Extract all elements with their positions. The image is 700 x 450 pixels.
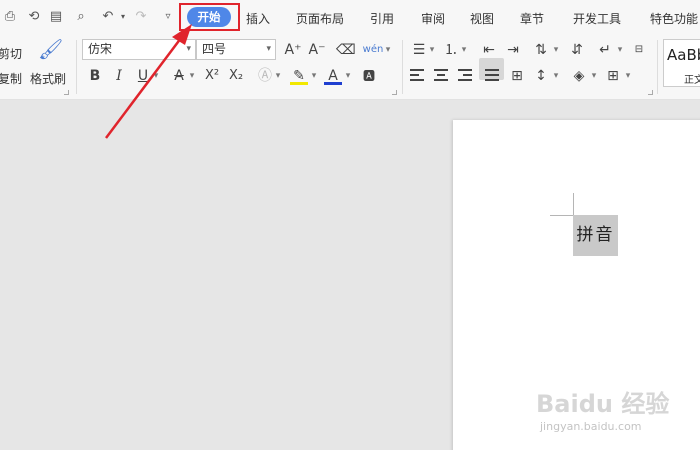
grow-font-icon[interactable]: A⁺ — [284, 41, 302, 59]
character-border-icon[interactable]: 🅰 — [360, 67, 378, 85]
style-normal[interactable]: AaBb 正文 — [663, 39, 700, 87]
show-hide-marks-icon[interactable]: ↵ — [596, 41, 614, 59]
style-name: 正文 — [684, 75, 700, 86]
tab-home[interactable]: 开始 — [187, 7, 231, 27]
print-icon[interactable]: ▤ — [48, 9, 64, 25]
borders-dropdown-icon[interactable]: ▾ — [624, 67, 632, 85]
undo-icon[interactable]: ↶ — [100, 9, 116, 25]
redo-icon[interactable]: ↷ — [133, 9, 149, 25]
shading-icon[interactable]: ◈ — [570, 67, 588, 85]
tab-page-layout[interactable]: 页面布局 — [296, 10, 344, 27]
text-effect-icon[interactable]: Ⓐ — [256, 67, 274, 85]
line-spacing-dropdown-icon[interactable]: ▾ — [552, 67, 560, 85]
font-size-value: 四号 — [202, 42, 227, 56]
menu-bar: ⎙ ⟲ ▤ ⌕ ↶ ▾ ↷ ▿ 开始 插入 页面布局 引用 审阅 视图 章节 开… — [0, 0, 700, 34]
increase-indent-icon[interactable]: ⇥ — [504, 41, 522, 59]
font-color-icon[interactable]: A — [324, 67, 342, 85]
superscript-icon[interactable]: X² — [202, 67, 222, 85]
numbered-list-dropdown-icon[interactable]: ▾ — [460, 41, 468, 59]
borders-icon[interactable]: ⊞ — [604, 67, 622, 85]
clear-format-icon[interactable]: ⌫ — [336, 41, 356, 59]
tab-review[interactable]: 审阅 — [421, 10, 445, 27]
bold-icon[interactable]: B — [86, 67, 104, 85]
save-icon[interactable]: ⎙ — [2, 9, 18, 25]
copy-button[interactable]: 复制 — [0, 70, 22, 87]
italic-icon[interactable]: I — [110, 67, 128, 85]
align-left-icon[interactable] — [410, 69, 424, 81]
strikethrough-icon[interactable]: A — [170, 67, 188, 85]
undo-dropdown-icon[interactable]: ▾ — [115, 9, 131, 25]
text-effect-dropdown-icon[interactable]: ▾ — [274, 67, 282, 85]
paragraph-dialog-launcher[interactable] — [648, 90, 653, 95]
print-preview-icon[interactable]: ⌕ — [73, 9, 89, 25]
numbered-list-icon[interactable]: ⒈ — [442, 41, 460, 59]
watermark-logo: Baidu 经验 — [536, 390, 670, 418]
style-preview: AaBb — [667, 46, 700, 64]
watermark-url: jingyan.baidu.com — [540, 420, 642, 433]
text-direction-icon[interactable]: ⇅ — [532, 41, 550, 59]
font-dialog-launcher[interactable] — [392, 90, 397, 95]
tab-developer[interactable]: 开发工具 — [573, 10, 621, 27]
font-color-dropdown-icon[interactable]: ▾ — [344, 67, 352, 85]
clipboard-dialog-launcher[interactable] — [64, 90, 69, 95]
crop-mark-vertical — [573, 193, 574, 215]
selected-text[interactable]: 拼音 — [573, 215, 618, 256]
underline-icon[interactable]: U — [134, 67, 152, 85]
distribute-icon[interactable]: ⊞ — [508, 67, 526, 85]
chevron-down-icon: ▾ — [186, 44, 191, 54]
format-icon[interactable]: ⟲ — [26, 9, 42, 25]
align-right-icon[interactable] — [458, 69, 472, 81]
line-spacing-icon[interactable]: ↕ — [532, 67, 550, 85]
chevron-down-icon: ▾ — [266, 44, 271, 54]
format-painter-icon[interactable]: 🖌 — [38, 39, 63, 66]
font-size-select[interactable]: 四号 ▾ — [196, 39, 276, 60]
align-center-icon[interactable] — [434, 69, 448, 81]
shrink-font-icon[interactable]: A⁻ — [308, 41, 326, 59]
highlight-icon[interactable]: ✎ — [290, 67, 308, 85]
separator — [76, 40, 77, 94]
justify-icon[interactable] — [485, 69, 499, 81]
tab-leader-icon[interactable]: ⊟ — [630, 41, 648, 59]
decrease-indent-icon[interactable]: ⇤ — [480, 41, 498, 59]
show-hide-dropdown-icon[interactable]: ▾ — [616, 41, 624, 59]
bullet-list-dropdown-icon[interactable]: ▾ — [428, 41, 436, 59]
pinyin-dropdown-icon[interactable]: ▾ — [384, 41, 392, 59]
underline-dropdown-icon[interactable]: ▾ — [152, 67, 160, 85]
tab-references[interactable]: 引用 — [370, 10, 394, 27]
shading-dropdown-icon[interactable]: ▾ — [590, 67, 598, 85]
crop-mark-horizontal — [550, 215, 573, 216]
format-painter-button[interactable]: 格式刷 — [30, 70, 66, 87]
sort-icon[interactable]: ⇵ — [568, 41, 586, 59]
font-name-value: 仿宋 — [88, 42, 113, 56]
bullet-list-icon[interactable]: ☰ — [410, 41, 428, 59]
tab-chapter[interactable]: 章节 — [520, 10, 544, 27]
pinyin-guide-icon[interactable]: wén — [362, 41, 384, 59]
separator — [402, 40, 403, 94]
tab-view[interactable]: 视图 — [470, 10, 494, 27]
text-direction-dropdown-icon[interactable]: ▾ — [552, 41, 560, 59]
subscript-icon[interactable]: X₂ — [226, 67, 246, 85]
tab-insert[interactable]: 插入 — [246, 10, 270, 27]
font-name-select[interactable]: 仿宋 ▾ — [82, 39, 196, 60]
separator — [657, 40, 658, 94]
tab-features[interactable]: 特色功能 — [650, 10, 698, 27]
quick-access-menu-icon[interactable]: ▿ — [160, 9, 176, 25]
strikethrough-dropdown-icon[interactable]: ▾ — [188, 67, 196, 85]
cut-button[interactable]: 剪切 — [0, 45, 22, 62]
highlight-dropdown-icon[interactable]: ▾ — [310, 67, 318, 85]
